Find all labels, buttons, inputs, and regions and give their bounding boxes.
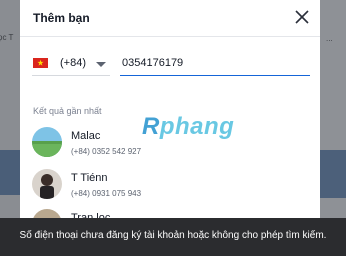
background-bar-right xyxy=(320,150,346,198)
modal-header: Thêm bạn xyxy=(20,0,320,37)
background-text: ọc T xyxy=(0,33,14,42)
contact-phone: (+84) 0931 075 943 xyxy=(71,189,142,198)
close-icon[interactable] xyxy=(294,9,310,25)
toast-message: Số điện thoại chưa đăng ký tài khoản hoặ… xyxy=(19,230,327,241)
country-code: (+84) xyxy=(60,57,86,69)
background-bar xyxy=(0,150,20,195)
watermark-logo: Rphang xyxy=(142,113,235,140)
avatar xyxy=(32,169,62,199)
phone-number-input[interactable] xyxy=(120,51,310,76)
vietnam-flag-icon xyxy=(33,58,48,68)
toast-notification: Số điện thoại chưa đăng ký tài khoản hoặ… xyxy=(0,218,346,256)
country-code-selector[interactable]: (+84) xyxy=(32,51,110,76)
phone-search-row: (+84) xyxy=(32,51,310,77)
avatar xyxy=(32,127,62,157)
contact-phone: (+84) 0352 542 927 xyxy=(71,147,142,156)
country-underline xyxy=(32,75,110,76)
list-item[interactable]: T Tiénn (+84) 0931 075 943 xyxy=(32,169,308,205)
modal-title: Thêm bạn xyxy=(33,11,90,25)
contact-name: T Tiénn xyxy=(71,172,108,184)
recent-results-label: Kết quả gần nhất xyxy=(33,106,102,116)
contact-name: Malac xyxy=(71,130,101,142)
background-text-right: ... xyxy=(326,34,333,43)
chevron-down-icon xyxy=(96,62,106,67)
